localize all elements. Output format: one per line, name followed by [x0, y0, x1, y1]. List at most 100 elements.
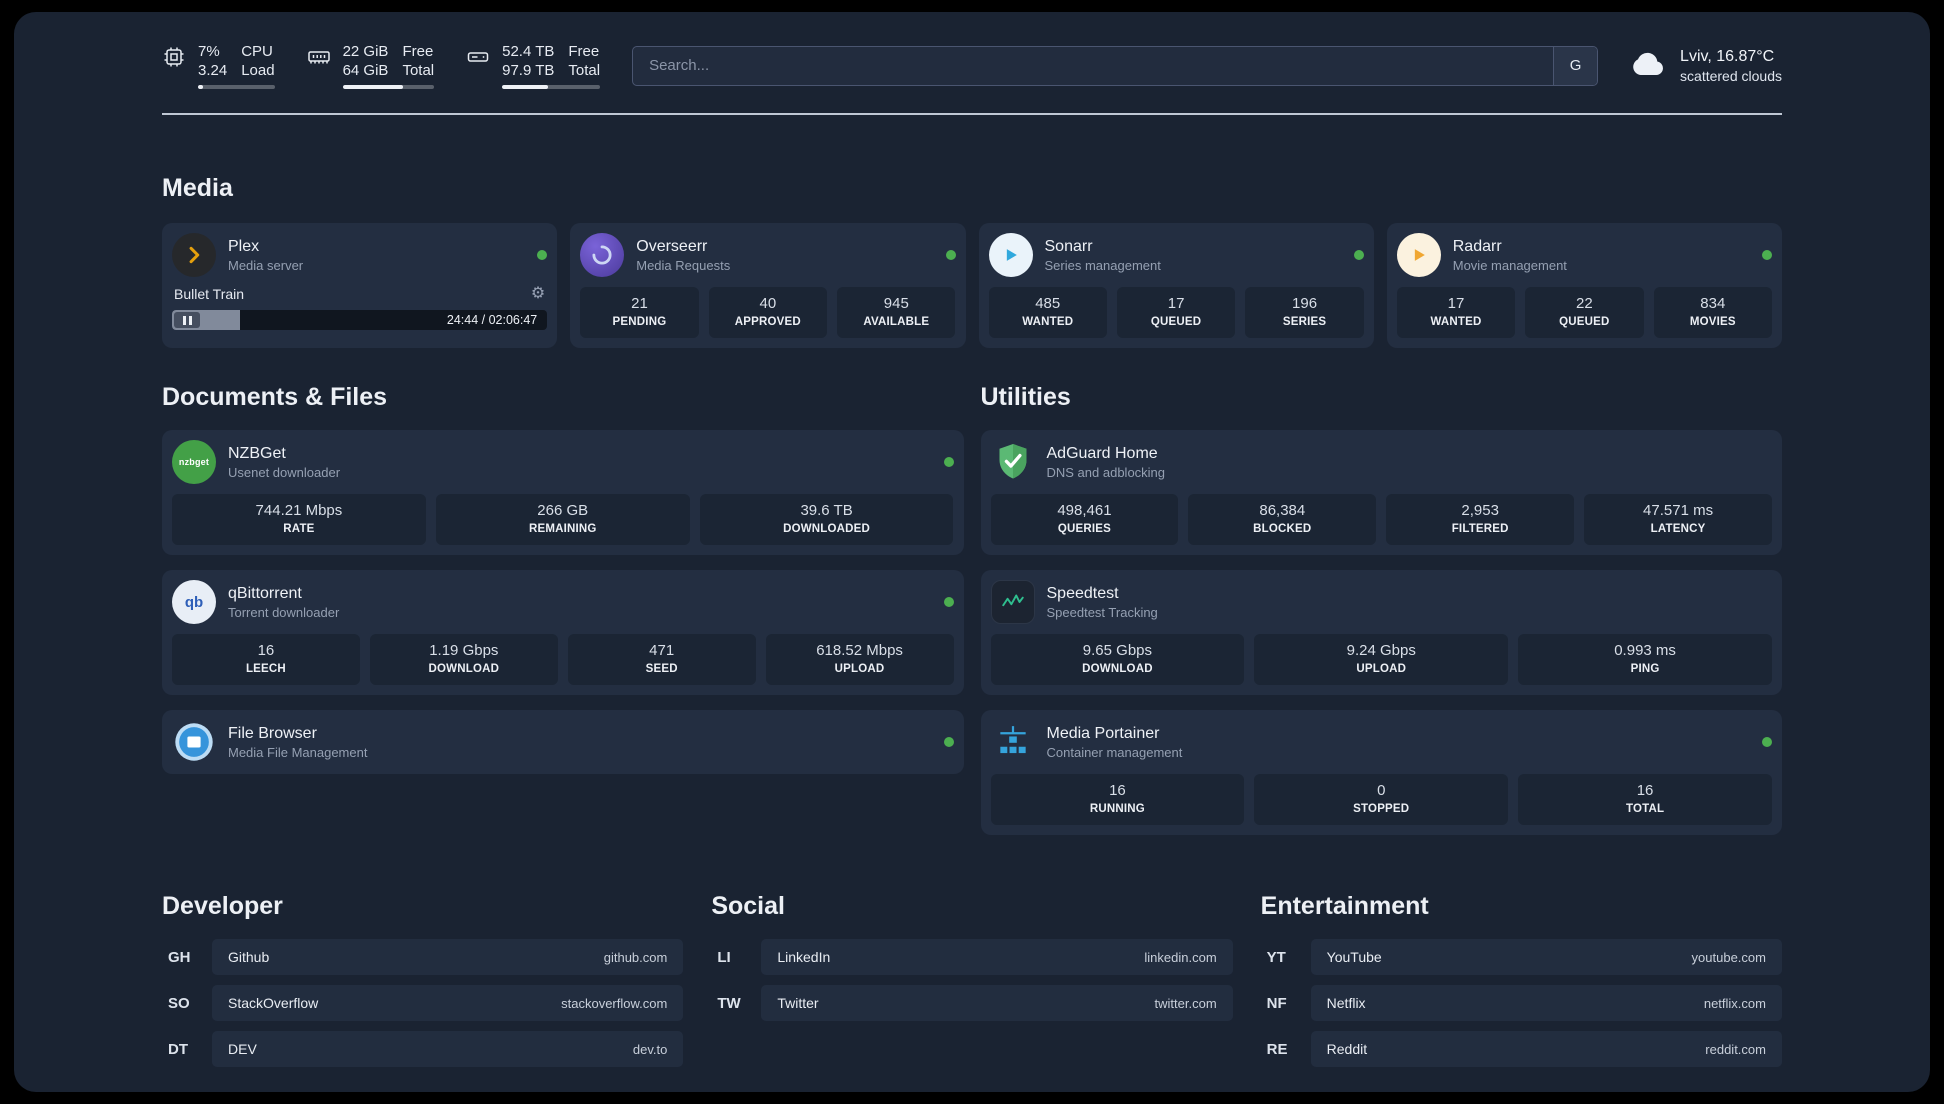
app-subtitle: Media server — [228, 258, 304, 273]
sonarr-card[interactable]: Sonarr Series management 485 WANTED 17 Q… — [978, 223, 1374, 348]
search-engine-button[interactable]: G — [1553, 46, 1598, 85]
stat-label: SEED — [645, 663, 678, 675]
app-subtitle: Torrent downloader — [228, 605, 340, 620]
memory-total-value: 64 GiB — [342, 62, 389, 79]
search-input[interactable] — [633, 46, 1554, 85]
radarr-card[interactable]: Radarr Movie management 17 WANTED 22 QUE… — [1386, 223, 1782, 348]
stat-value: 16 — [257, 642, 275, 659]
bookmark-domain: twitter.com — [1154, 995, 1217, 1011]
app-name: Media Portainer — [1046, 725, 1160, 742]
overseerr-card[interactable]: Overseerr Media Requests 21 PENDING 40 A… — [570, 223, 966, 348]
app-name: AdGuard Home — [1046, 445, 1158, 462]
overseerr-stats: 21 PENDING 40 APPROVED 945 AVAILABLE — [580, 287, 956, 338]
cpu-usage-value: 7% — [198, 43, 220, 60]
stat-box: 744.21 Mbps RATE — [172, 494, 426, 545]
stat-box: 1.19 Gbps DOWNLOAD — [369, 634, 558, 685]
stat-box: 86,384 BLOCKED — [1188, 494, 1377, 545]
cpu-label: CPU — [241, 43, 273, 60]
stat-value: 21 — [631, 295, 648, 312]
bookmark-name: DEV — [228, 1041, 257, 1057]
bookmark-linkedin[interactable]: LI LinkedIn linkedin.com — [711, 939, 1233, 975]
stat-box: 40 APPROVED — [708, 287, 828, 338]
stat-box: 196 SERIES — [1245, 287, 1364, 338]
entertainment-bookmarks: Entertainment YT YouTube youtube.com NF … — [1261, 891, 1782, 1077]
nzbget-card[interactable]: nzbget NZBGet Usenet downloader 744.21 M… — [162, 430, 964, 555]
stat-value: 744.21 Mbps — [255, 502, 343, 519]
dashboard-content: 7% 3.24 CPU Load 22 GiB 64 GiB Free Tota… — [14, 12, 1930, 1092]
portainer-icon — [991, 720, 1035, 764]
portainer-card-header: Media Portainer Container management — [991, 720, 1772, 764]
plex-now-playing-row: Bullet Train ⚙ — [172, 286, 547, 303]
app-subtitle: DNS and adblocking — [1046, 465, 1166, 480]
app-name: NZBGet — [228, 445, 286, 462]
adguard-card[interactable]: AdGuard Home DNS and adblocking 498,461 … — [980, 430, 1782, 555]
section-title-media: Media — [162, 174, 233, 202]
qbittorrent-card[interactable]: qb qBittorrent Torrent downloader 16 LEE… — [162, 570, 964, 695]
bookmark-netflix[interactable]: NF Netflix netflix.com — [1261, 985, 1782, 1021]
bookmark-github[interactable]: GH Github github.com — [162, 939, 684, 975]
plex-seek-bar[interactable]: 24:44 / 02:06:47 — [172, 310, 548, 330]
bookmark-stackoverflow[interactable]: SO StackOverflow stackoverflow.com — [162, 985, 684, 1021]
bookmark-reddit[interactable]: RE Reddit reddit.com — [1261, 1031, 1782, 1067]
adguard-stats: 498,461 QUERIES 86,384 BLOCKED 2,953 FIL… — [990, 494, 1772, 545]
stat-label: FILTERED — [1451, 523, 1509, 535]
bookmark-youtube[interactable]: YT YouTube youtube.com — [1261, 939, 1782, 975]
stat-value: 0.993 ms — [1614, 642, 1676, 659]
stat-box: 9.24 Gbps UPLOAD — [1254, 634, 1509, 685]
developer-bookmarks: Developer GH Github github.com SO StackO… — [162, 891, 684, 1077]
nzbget-icon: nzbget — [172, 440, 216, 484]
overseerr-card-header: Overseerr Media Requests — [580, 233, 956, 277]
radarr-icon — [1396, 233, 1441, 277]
app-name: Overseerr — [636, 238, 708, 255]
stat-box: 16 TOTAL — [1518, 774, 1772, 825]
main-columns: Documents & Files nzbget NZBGet Usenet d… — [162, 348, 1782, 835]
utilities-column: Utilities AdGuard Home DNS and adblockin… — [980, 348, 1782, 835]
filebrowser-card[interactable]: File Browser Media File Management — [162, 710, 964, 774]
weather-location: Lviv, 16.87°C — [1680, 48, 1775, 65]
plex-playback-time: 24:44 / 02:06:47 — [446, 313, 538, 327]
radarr-card-header: Radarr Movie management — [1396, 233, 1772, 277]
memory-widget: 22 GiB 64 GiB Free Total — [307, 42, 435, 89]
bookmark-abbr: NF — [1266, 994, 1287, 1012]
bookmark-dev[interactable]: DT DEV dev.to — [162, 1031, 684, 1067]
stat-label: MOVIES — [1689, 316, 1736, 328]
stat-value: 9.24 Gbps — [1346, 642, 1416, 659]
section-title-entertainment: Entertainment — [1260, 892, 1429, 920]
cpu-load-label: Load — [241, 62, 275, 79]
qbittorrent-stats: 16 LEECH 1.19 Gbps DOWNLOAD 471 SEED 618… — [172, 634, 954, 685]
cpu-icon — [162, 42, 186, 89]
bookmark-twitter[interactable]: TW Twitter twitter.com — [711, 985, 1233, 1021]
speedtest-card[interactable]: Speedtest Speedtest Tracking 9.65 Gbps D… — [980, 570, 1782, 695]
storage-free-label: Free — [568, 43, 600, 60]
storage-free-value: 52.4 TB — [502, 43, 555, 60]
stat-label: PING — [1630, 663, 1660, 675]
adguard-icon — [991, 440, 1035, 484]
bookmark-domain: youtube.com — [1691, 949, 1766, 965]
app-subtitle: Media Requests — [636, 258, 731, 273]
stat-value: 86,384 — [1259, 502, 1306, 519]
pause-button[interactable] — [174, 312, 200, 328]
stat-label: UPLOAD — [834, 663, 885, 675]
status-dot — [943, 457, 954, 467]
stat-box: 21 PENDING — [580, 287, 699, 338]
filebrowser-card-header: File Browser Media File Management — [172, 720, 954, 764]
stat-label: QUEUED — [1150, 316, 1202, 328]
stat-value: 17 — [1167, 295, 1185, 312]
stat-value: 9.65 Gbps — [1082, 642, 1153, 659]
plex-card[interactable]: Plex Media server Bullet Train ⚙ 24:44 /… — [162, 223, 558, 348]
stat-label: QUEUED — [1559, 316, 1610, 328]
stat-value: 39.6 TB — [800, 502, 853, 519]
stat-label: WANTED — [1022, 316, 1074, 328]
section-title-social: Social — [711, 892, 785, 920]
portainer-card[interactable]: Media Portainer Container management 16 … — [980, 710, 1782, 835]
radarr-stats: 17 WANTED 22 QUEUED 834 MOVIES — [1396, 287, 1772, 338]
bookmark-domain: reddit.com — [1705, 1041, 1766, 1057]
app-name: Radarr — [1452, 238, 1502, 255]
app-name: Sonarr — [1044, 238, 1093, 255]
stat-label: PENDING — [612, 316, 667, 328]
stat-label: WANTED — [1430, 316, 1482, 328]
gear-icon[interactable]: ⚙ — [531, 286, 545, 302]
stat-value: 22 — [1576, 295, 1593, 312]
bookmark-domain: linkedin.com — [1144, 949, 1217, 965]
memory-free-value: 22 GiB — [342, 43, 389, 60]
